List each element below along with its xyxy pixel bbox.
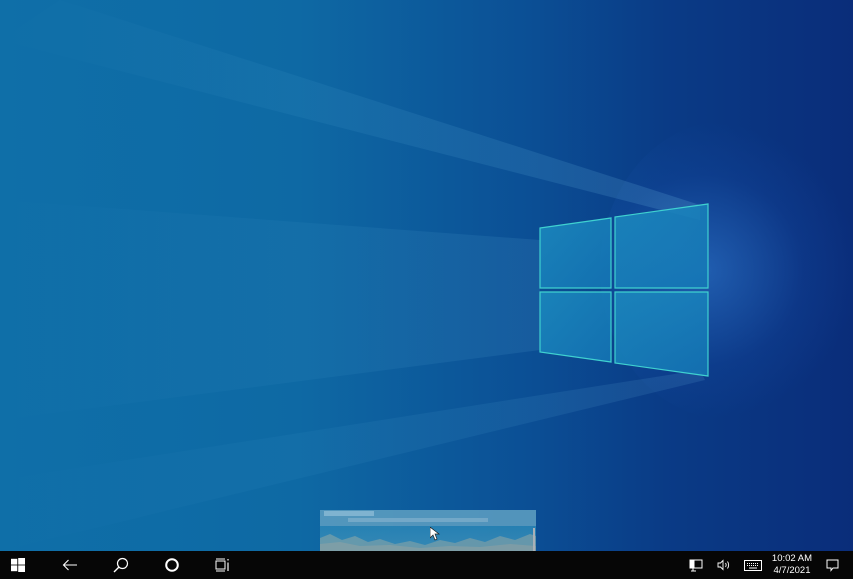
search-button[interactable] — [103, 551, 139, 579]
task-view-icon — [215, 558, 229, 572]
action-center-icon — [826, 559, 838, 572]
back-arrow-icon — [62, 559, 77, 571]
cortana-circle-icon — [165, 558, 179, 572]
logo-pane-bottom-right — [614, 291, 709, 377]
action-center-button[interactable] — [820, 551, 844, 579]
windows-logo-wallpaper — [0, 0, 709, 551]
clock-time: 10:02 AM — [771, 553, 813, 564]
logo-pane-top-left — [539, 217, 612, 289]
taskbar — [0, 551, 853, 579]
light-beam-mid — [0, 200, 540, 420]
touch-keyboard-icon — [744, 559, 762, 571]
volume-icon — [717, 559, 730, 571]
network-button[interactable] — [683, 551, 709, 579]
search-icon — [113, 557, 129, 573]
back-button[interactable] — [52, 551, 88, 579]
volume-button[interactable] — [711, 551, 737, 579]
cortana-button[interactable] — [154, 551, 190, 579]
address-bar — [348, 518, 488, 522]
clock-date: 4/7/2021 — [773, 565, 811, 576]
task-view-button[interactable] — [205, 551, 241, 579]
mouse-pointer-icon — [430, 527, 440, 541]
logo-pane-top-right — [614, 203, 709, 289]
network-icon — [689, 559, 703, 571]
browser-toolbar — [320, 510, 536, 526]
start-button[interactable] — [0, 551, 36, 579]
logo-pane-bottom-left — [539, 291, 612, 363]
light-beam-top — [0, 0, 700, 220]
desktop-wallpaper — [0, 0, 853, 551]
windows-logo-icon — [11, 558, 25, 572]
browser-tab — [324, 511, 374, 516]
system-clock[interactable]: 10:02 AM 4/7/2021 — [762, 553, 822, 577]
